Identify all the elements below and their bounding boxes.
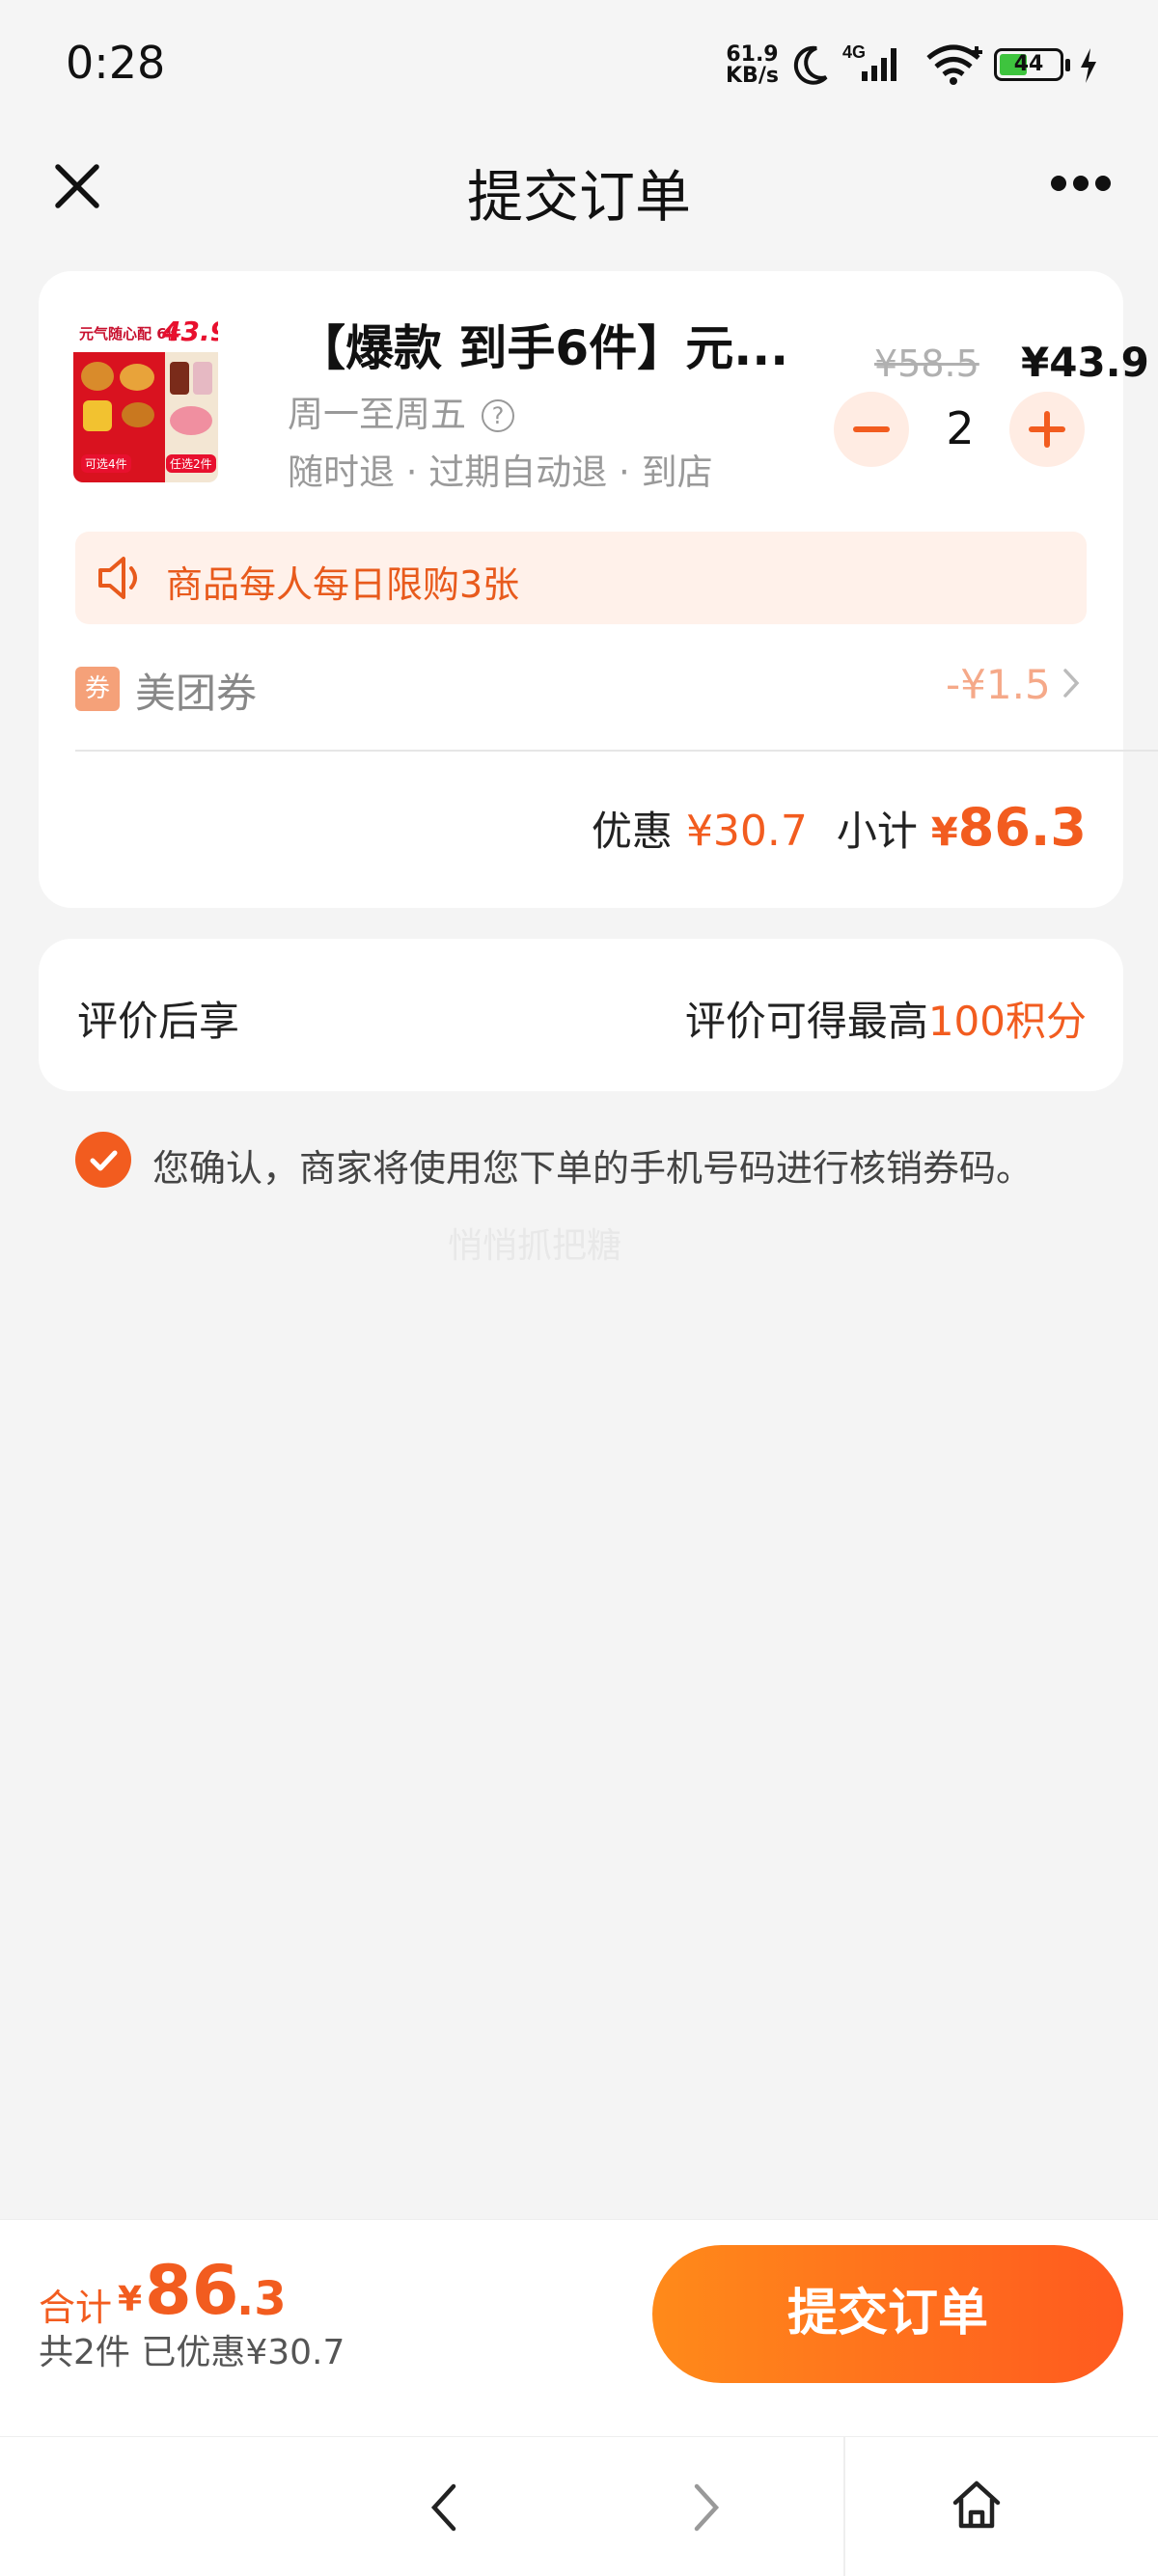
increase-quantity-button[interactable] (1009, 392, 1085, 467)
product-card: 元气随心配 6件 43.9 可选4件 任选2件 【爆款 到手6件】元... 周一… (39, 271, 1158, 908)
product-thumbnail[interactable]: 元气随心配 6件 43.9 可选4件 任选2件 (73, 314, 218, 482)
status-time: 0:28 (66, 37, 166, 89)
review-reward-label: 评价后享 (77, 998, 240, 1045)
review-reward-points: 100积分 (927, 998, 1087, 1045)
home-icon[interactable] (951, 2478, 1002, 2532)
chevron-right-icon[interactable] (1062, 667, 1083, 699)
product-policy-tags: 随时退 · 过期自动退 · 到店 (288, 452, 713, 493)
decrease-quantity-button[interactable] (834, 392, 909, 467)
wifi-icon (926, 44, 982, 85)
quantity-value: 2 (946, 402, 975, 454)
network-type-label: 4G (842, 42, 866, 62)
price-summary: 优惠 ¥30.7 小计 ¥86.3 (39, 797, 1087, 858)
fries-image (83, 400, 112, 431)
checkmark-icon (90, 1150, 118, 1171)
battery-percent: 44 (1013, 52, 1044, 76)
product-title[interactable]: 【爆款 到手6件】元... (297, 310, 838, 379)
minus-icon (853, 426, 890, 432)
subtotal-value: 86.3 (957, 797, 1087, 858)
moon-icon (793, 45, 828, 85)
notice-text: 商品每人每日限购3张 (166, 563, 520, 606)
consent-text: 您确认，商家将使用您下单的手机号码进行核销券码。 (152, 1147, 1034, 1190)
browser-nav-bar (0, 2436, 1158, 2576)
thumbnail-price: 43.9 (162, 315, 218, 347)
top-nav-bar: 提交订单 (0, 130, 1158, 260)
purchase-limit-notice: 商品每人每日限购3张 (75, 532, 1087, 624)
submit-order-button[interactable]: 提交订单 (652, 2245, 1123, 2383)
review-reward-prefix: 评价可得最高 (684, 998, 928, 1045)
total-label: 合计 (39, 2287, 113, 2329)
charging-bolt-icon (1081, 48, 1096, 83)
speaker-icon (98, 557, 137, 599)
burger-image (120, 364, 154, 391)
nuggets-image (122, 402, 154, 427)
coupon-value[interactable]: -¥1.5 (946, 661, 1051, 708)
battery-icon: 44 (994, 48, 1063, 81)
divider (75, 750, 1158, 752)
drink-image (170, 362, 189, 395)
discount-label: 优惠 (591, 808, 673, 855)
checkout-bar: 合计 ¥ 86 .3 共2件 已优惠¥30.7 提交订单 (0, 2219, 1158, 2436)
plus-icon-v (1044, 411, 1050, 448)
review-reward-card: 评价后享 评价可得最高100积分 (39, 939, 1123, 1091)
watermark: 悄悄抓把糖 (448, 1226, 622, 1266)
thumbnail-tag-right: 任选2件 (166, 454, 216, 473)
drink-image-2 (193, 362, 212, 395)
more-icon[interactable] (1050, 174, 1112, 193)
nav-separator (843, 2437, 845, 2576)
total-currency: ¥ (118, 2280, 143, 2319)
fried-chicken-image (81, 362, 114, 391)
net-speed: 61.9 KB/s (726, 44, 779, 87)
product-schedule: 周一至周五? (288, 385, 514, 437)
item-count-and-savings: 共2件 已优惠¥30.7 (39, 2333, 345, 2372)
schedule-text: 周一至周五 (288, 394, 466, 435)
total-amount-decimal: .3 (236, 2272, 287, 2326)
subtotal-label: 小计 (836, 808, 918, 855)
net-speed-unit: KB/s (726, 64, 779, 88)
coupon-icon: 券 (75, 667, 120, 711)
coupon-label[interactable]: 美团券 (135, 661, 257, 720)
total-amount-integer: 86 (145, 2251, 239, 2330)
original-price: ¥58.5 (874, 343, 979, 385)
net-speed-value: 61.9 (726, 42, 779, 67)
help-icon[interactable]: ? (482, 399, 514, 432)
forward-arrow-icon[interactable] (687, 2480, 726, 2535)
subtotal-currency: ¥ (930, 810, 958, 855)
battery-tip (1065, 59, 1070, 71)
consent-checkbox[interactable] (75, 1132, 131, 1188)
thumbnail-tag-left: 可选4件 (81, 454, 131, 473)
signal-4g-icon: 4G (842, 42, 896, 81)
current-price: ¥43.9 (1021, 339, 1149, 386)
status-bar: 0:28 61.9 KB/s 4G 44 (0, 0, 1158, 130)
back-arrow-icon[interactable] (425, 2480, 463, 2535)
page-title: 提交订单 (466, 164, 691, 230)
dessert-image (170, 406, 212, 435)
discount-value: ¥30.7 (685, 807, 808, 856)
review-reward-info: 评价可得最高100积分 (685, 989, 1087, 1048)
